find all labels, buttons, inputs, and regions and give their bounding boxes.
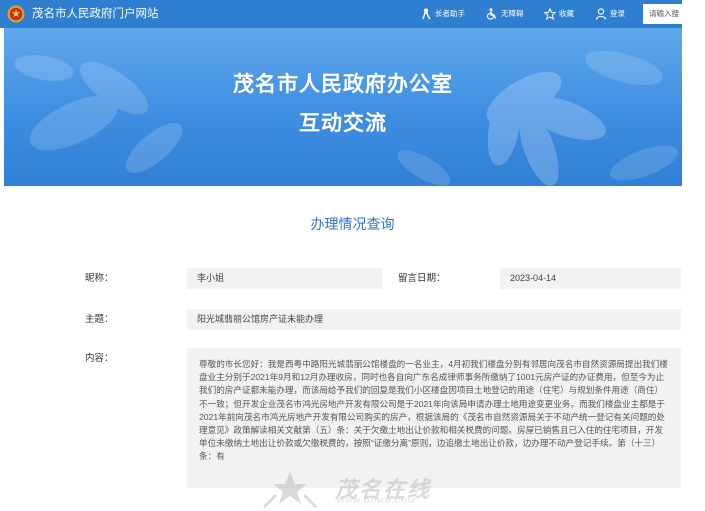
nickname-label: 昵称： (85, 273, 114, 284)
subject-value: 阳光城翡丽公馆房产证未能办理 (187, 309, 681, 330)
site-title[interactable]: 茂名市人民政府门户网站 (32, 6, 159, 22)
subject-label: 主题： (85, 314, 114, 325)
date-label: 留言日期： (398, 273, 446, 284)
watermark: 茂名在线 WWW.GDMM.COM (255, 470, 455, 510)
top-bar: 茂名市人民政府门户网站 长者助手 无障碍 收藏 登录 (0, 0, 682, 28)
date-value: 2023-04-14 (500, 268, 681, 289)
watermark-logo-icon (263, 472, 317, 508)
content-label: 内容： (85, 353, 114, 364)
user-icon (595, 8, 607, 20)
banner-flower-decoration (14, 50, 679, 186)
elder-assistant-label: 长者助手 (435, 9, 465, 18)
banner-subtitle: 互动交流 (299, 112, 387, 135)
nickname-value: 李小姐 (187, 268, 382, 289)
star-icon (544, 8, 556, 20)
accessibility-icon (486, 8, 497, 20)
section-title: 办理情况查询 (310, 216, 395, 232)
accessibility-label: 无障碍 (501, 9, 524, 18)
content-box: 尊敬的市长您好：我是西粤中路阳光城翡丽公馆楼盘的一名业主，4月初我们楼盘分别有邻… (187, 348, 681, 488)
national-emblem-icon (7, 5, 25, 23)
watermark-url: WWW.GDMM.COM (337, 496, 416, 505)
search-input[interactable]: 请输入搜 (643, 4, 687, 24)
elder-assistant-icon (422, 8, 431, 20)
favorites-label: 收藏 (559, 9, 574, 18)
login-label: 登录 (610, 9, 625, 18)
banner: 茂名市人民政府办公室 互动交流 (4, 28, 682, 186)
content-text: 尊敬的市长您好：我是西粤中路阳光城翡丽公馆楼盘的一名业主，4月初我们楼盘分别有邻… (199, 359, 668, 462)
banner-title: 茂名市人民政府办公室 (233, 73, 453, 96)
